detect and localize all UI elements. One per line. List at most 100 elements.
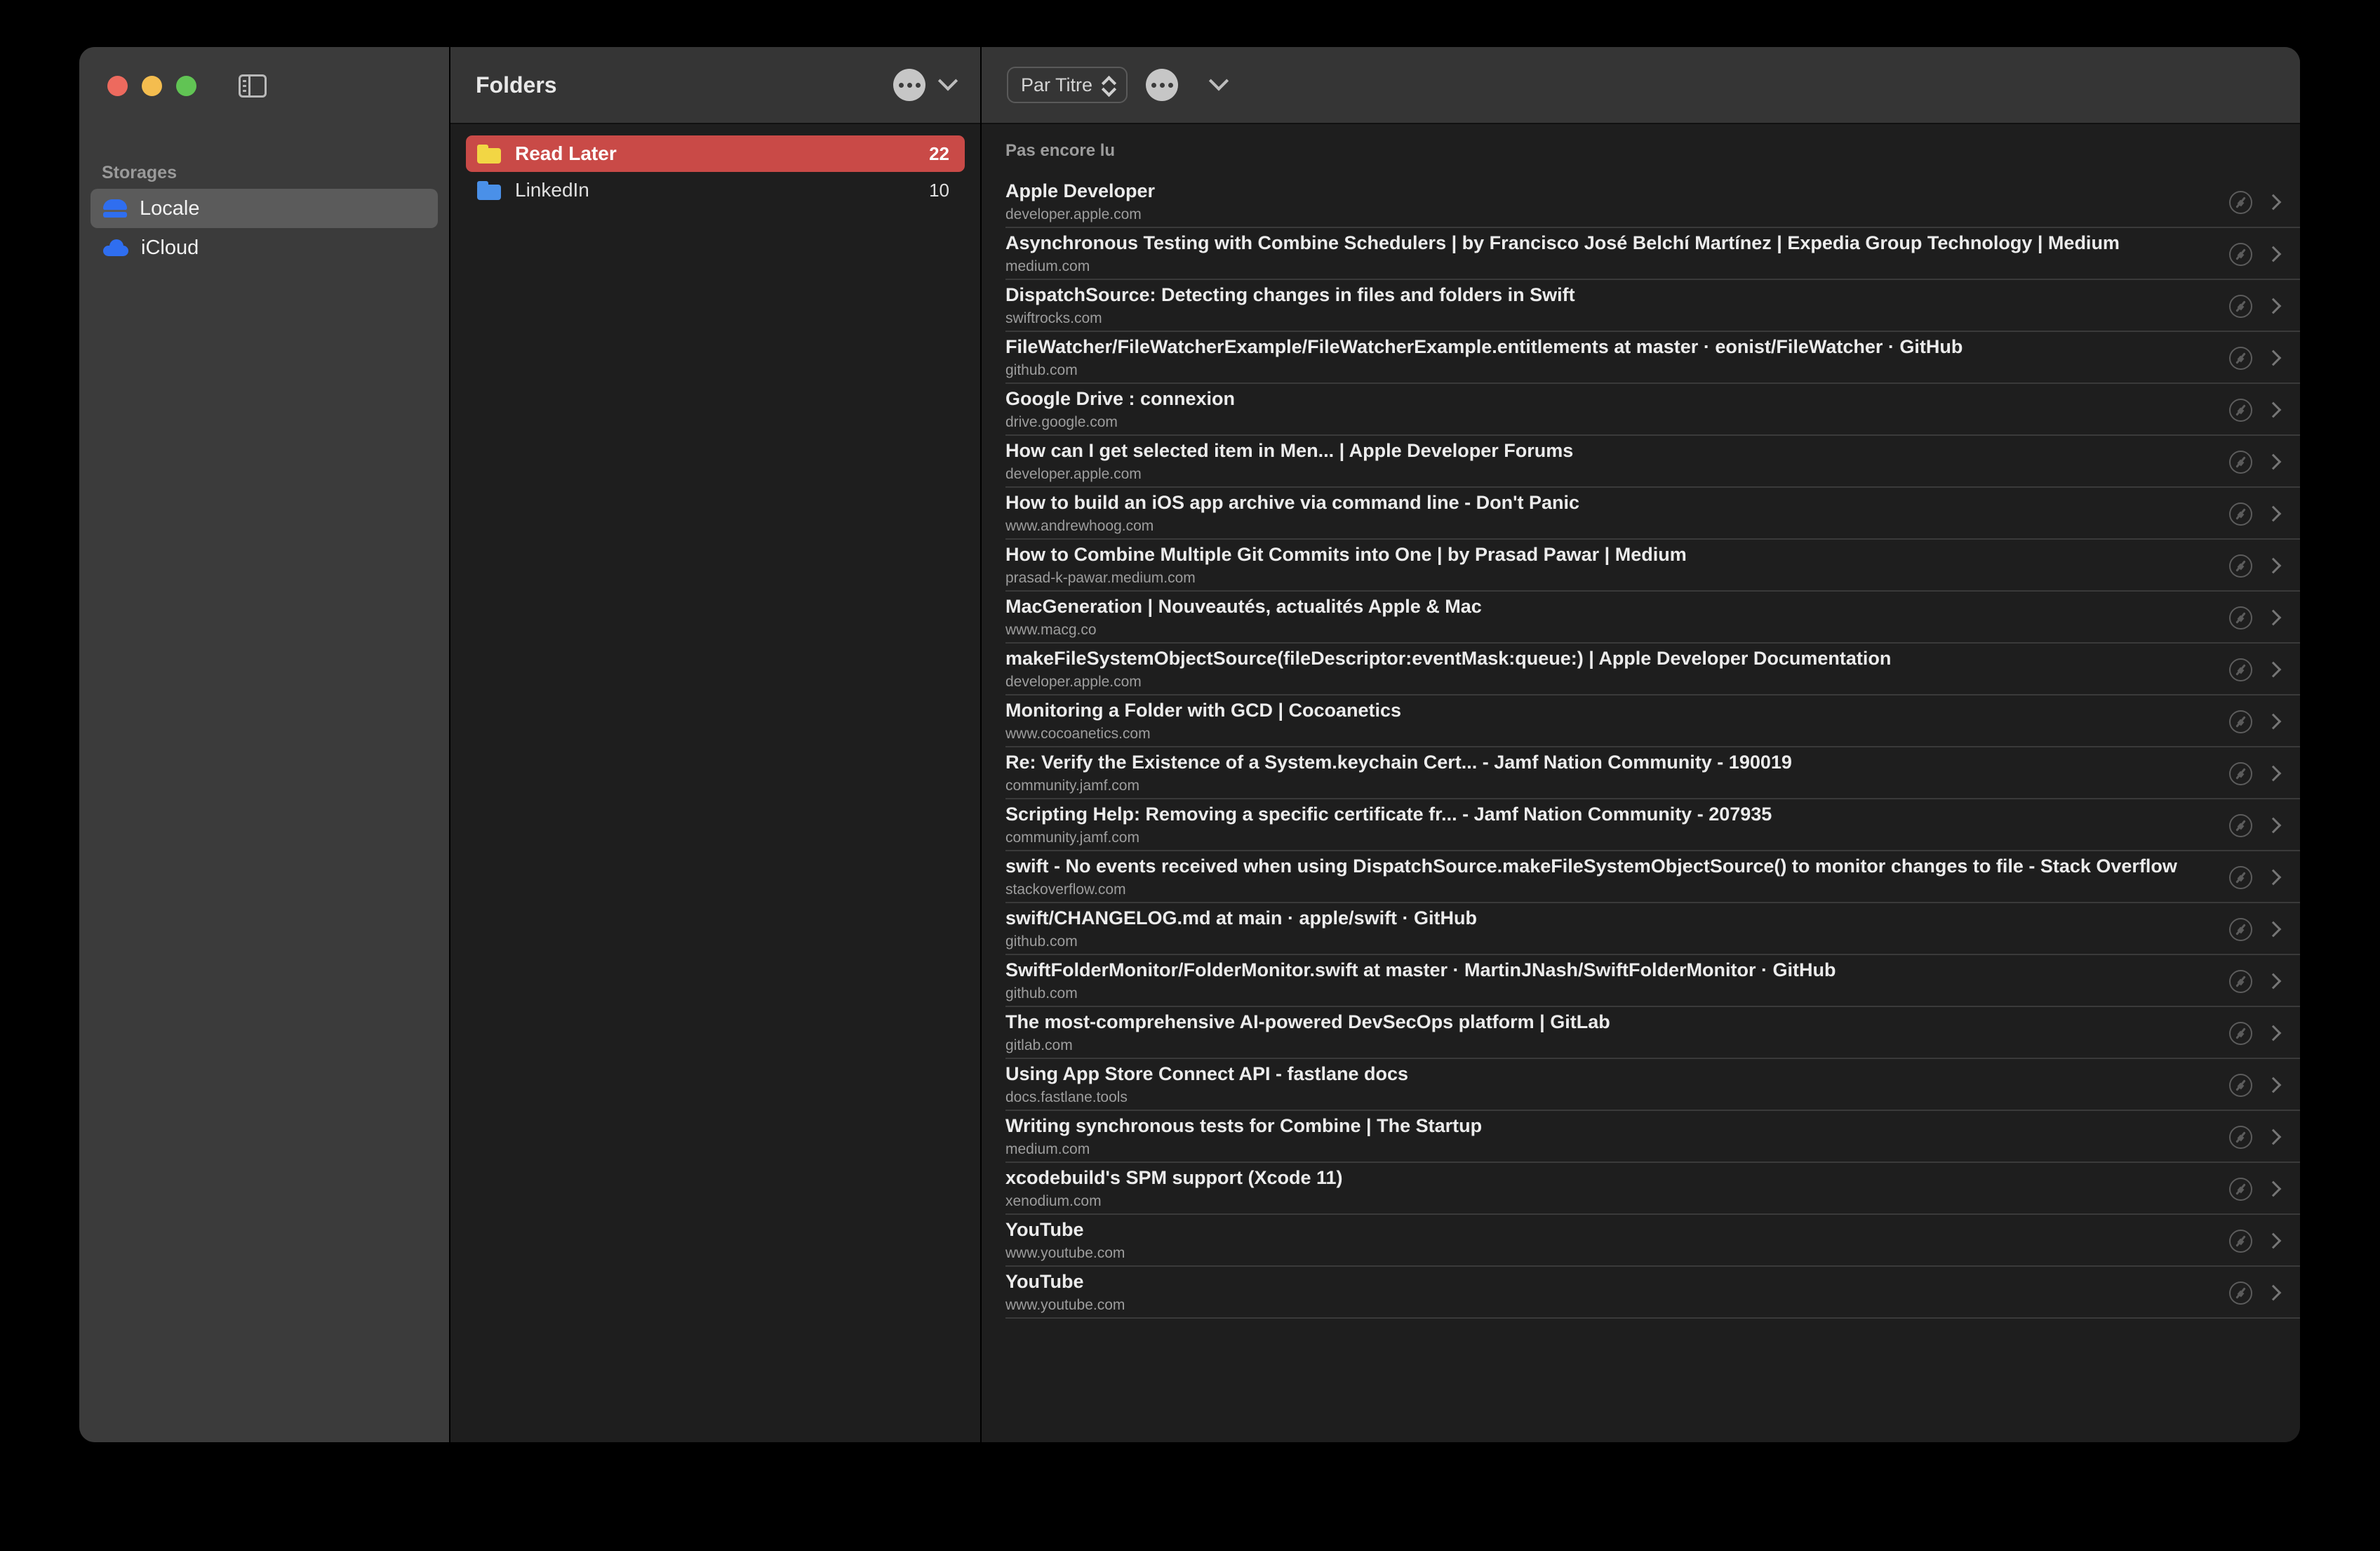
updown-stepper-icon[interactable] xyxy=(1102,77,1114,93)
safari-compass-icon[interactable] xyxy=(2229,865,2252,889)
bookmark-row[interactable]: How to build an iOS app archive via comm… xyxy=(982,488,2300,540)
safari-compass-icon[interactable] xyxy=(2229,1125,2252,1149)
bookmark-row[interactable]: Asynchronous Testing with Combine Schedu… xyxy=(982,228,2300,280)
sidebar-toggle-icon[interactable] xyxy=(239,74,267,98)
sort-selector[interactable]: Par Titre xyxy=(1007,67,1128,103)
chevron-right-icon[interactable] xyxy=(2265,1129,2282,1145)
bookmark-title: Writing synchronous tests for Combine | … xyxy=(1005,1115,1483,1136)
bookmark-row[interactable]: Google Drive : connexion drive.google.com xyxy=(982,384,2300,436)
bookmark-text: xcodebuild's SPM support (Xcode 11) xenod… xyxy=(1005,1168,2209,1211)
safari-compass-icon[interactable] xyxy=(2229,1177,2252,1201)
chevron-right-icon[interactable] xyxy=(2265,869,2282,886)
row-actions xyxy=(2229,242,2282,266)
chevron-right-icon[interactable] xyxy=(2265,1025,2282,1041)
bookmark-row[interactable]: Scripting Help: Removing a specific cert… xyxy=(982,799,2300,851)
bookmark-row[interactable]: Writing synchronous tests for Combine | … xyxy=(982,1111,2300,1163)
folders-chevron-down-icon[interactable] xyxy=(937,71,958,91)
safari-compass-icon[interactable] xyxy=(2229,398,2252,422)
bookmark-title: FileWatcher/FileWatcherExample/FileWatch… xyxy=(1005,336,1963,357)
window-titlebar xyxy=(79,47,449,124)
row-actions xyxy=(2229,710,2282,733)
chevron-right-icon[interactable] xyxy=(2265,713,2282,730)
chevron-right-icon[interactable] xyxy=(2265,453,2282,470)
drive-icon xyxy=(103,199,127,218)
row-actions xyxy=(2229,606,2282,630)
bookmark-title: How to build an iOS app archive via comm… xyxy=(1005,492,1580,513)
chevron-right-icon[interactable] xyxy=(2265,246,2282,262)
close-button[interactable] xyxy=(107,75,128,96)
chevron-right-icon[interactable] xyxy=(2265,1077,2282,1093)
chevron-right-icon[interactable] xyxy=(2265,817,2282,834)
bookmark-row[interactable]: Monitoring a Folder with GCD | Cocoaneti… xyxy=(982,695,2300,747)
bookmark-url: swiftrocks.com xyxy=(1005,310,1102,327)
safari-compass-icon[interactable] xyxy=(2229,190,2252,214)
bookmark-row[interactable]: DispatchSource: Detecting changes in fil… xyxy=(982,280,2300,332)
row-actions xyxy=(2229,1073,2282,1097)
bookmark-url: medium.com xyxy=(1005,258,1090,275)
folder-row-read-later[interactable]: Read Later 22 xyxy=(466,135,965,172)
safari-compass-icon[interactable] xyxy=(2229,1021,2252,1045)
bookmark-row[interactable]: Re: Verify the Existence of a System.key… xyxy=(982,747,2300,799)
chevron-right-icon[interactable] xyxy=(2265,609,2282,626)
safari-compass-icon[interactable] xyxy=(2229,242,2252,266)
safari-compass-icon[interactable] xyxy=(2229,1073,2252,1097)
chevron-right-icon[interactable] xyxy=(2265,557,2282,574)
bookmark-row[interactable]: Using App Store Connect API - fastlane d… xyxy=(982,1059,2300,1111)
bookmark-row[interactable]: YouTube www.youtube.com xyxy=(982,1267,2300,1319)
bookmark-title: xcodebuild's SPM support (Xcode 11) xyxy=(1005,1167,1343,1188)
chevron-right-icon[interactable] xyxy=(2265,350,2282,366)
safari-compass-icon[interactable] xyxy=(2229,658,2252,681)
chevron-right-icon[interactable] xyxy=(2265,401,2282,418)
safari-compass-icon[interactable] xyxy=(2229,813,2252,837)
safari-compass-icon[interactable] xyxy=(2229,710,2252,733)
bookmark-row[interactable]: swift - No events received when using Di… xyxy=(982,851,2300,903)
zoom-button[interactable] xyxy=(176,75,196,96)
bookmark-title: Scripting Help: Removing a specific cert… xyxy=(1005,804,1772,825)
safari-compass-icon[interactable] xyxy=(2229,1281,2252,1305)
bookmark-row[interactable]: SwiftFolderMonitor/FolderMonitor.swift a… xyxy=(982,955,2300,1007)
folders-ellipsis-icon[interactable] xyxy=(893,69,925,101)
sidebar-item-locale[interactable]: Locale xyxy=(91,189,438,228)
bookmark-row[interactable]: FileWatcher/FileWatcherExample/FileWatch… xyxy=(982,332,2300,384)
safari-compass-icon[interactable] xyxy=(2229,294,2252,318)
safari-compass-icon[interactable] xyxy=(2229,761,2252,785)
chevron-right-icon[interactable] xyxy=(2265,1284,2282,1301)
chevron-right-icon[interactable] xyxy=(2265,505,2282,522)
bookmark-row[interactable]: How can I get selected item in Men... | … xyxy=(982,436,2300,488)
bookmark-row[interactable]: swift/CHANGELOG.md at main · apple/swift… xyxy=(982,903,2300,955)
safari-compass-icon[interactable] xyxy=(2229,346,2252,370)
safari-compass-icon[interactable] xyxy=(2229,502,2252,526)
bookmark-row[interactable]: makeFileSystemObjectSource(fileDescripto… xyxy=(982,644,2300,695)
sidebar-section-title: Storages xyxy=(102,163,177,182)
bookmark-title: Using App Store Connect API - fastlane d… xyxy=(1005,1063,1409,1084)
bookmark-row[interactable]: Apple Developer developer.apple.com xyxy=(982,176,2300,228)
chevron-right-icon[interactable] xyxy=(2265,765,2282,782)
safari-compass-icon[interactable] xyxy=(2229,1229,2252,1253)
chevron-right-icon[interactable] xyxy=(2265,973,2282,990)
chevron-right-icon[interactable] xyxy=(2265,194,2282,211)
bookmark-row[interactable]: How to Combine Multiple Git Commits into… xyxy=(982,540,2300,592)
sidebar-item-icloud[interactable]: iCloud xyxy=(91,228,438,267)
bookmark-url: github.com xyxy=(1005,985,1078,1002)
bookmark-title: The most-comprehensive AI-powered DevSec… xyxy=(1005,1011,1610,1032)
chevron-right-icon[interactable] xyxy=(2265,661,2282,678)
safari-compass-icon[interactable] xyxy=(2229,917,2252,941)
safari-compass-icon[interactable] xyxy=(2229,554,2252,578)
safari-compass-icon[interactable] xyxy=(2229,969,2252,993)
safari-compass-icon[interactable] xyxy=(2229,606,2252,630)
bookmark-title: How to Combine Multiple Git Commits into… xyxy=(1005,544,1687,565)
list-ellipsis-icon[interactable] xyxy=(1146,69,1179,101)
chevron-right-icon[interactable] xyxy=(2265,298,2282,314)
chevron-right-icon[interactable] xyxy=(2265,1232,2282,1249)
bookmark-row[interactable]: MacGeneration | Nouveautés, actualités A… xyxy=(982,592,2300,644)
chevron-right-icon[interactable] xyxy=(2265,1180,2282,1197)
minimize-button[interactable] xyxy=(142,75,162,96)
list-chevron-down-icon[interactable] xyxy=(1208,71,1229,91)
bookmark-text: swift/CHANGELOG.md at main · apple/swift… xyxy=(1005,908,2209,951)
folder-row-linkedin[interactable]: LinkedIn 10 xyxy=(466,172,965,208)
bookmark-row[interactable]: xcodebuild's SPM support (Xcode 11) xenod… xyxy=(982,1163,2300,1215)
bookmark-row[interactable]: YouTube www.youtube.com xyxy=(982,1215,2300,1267)
chevron-right-icon[interactable] xyxy=(2265,921,2282,938)
safari-compass-icon[interactable] xyxy=(2229,450,2252,474)
bookmark-row[interactable]: The most-comprehensive AI-powered DevSec… xyxy=(982,1007,2300,1059)
